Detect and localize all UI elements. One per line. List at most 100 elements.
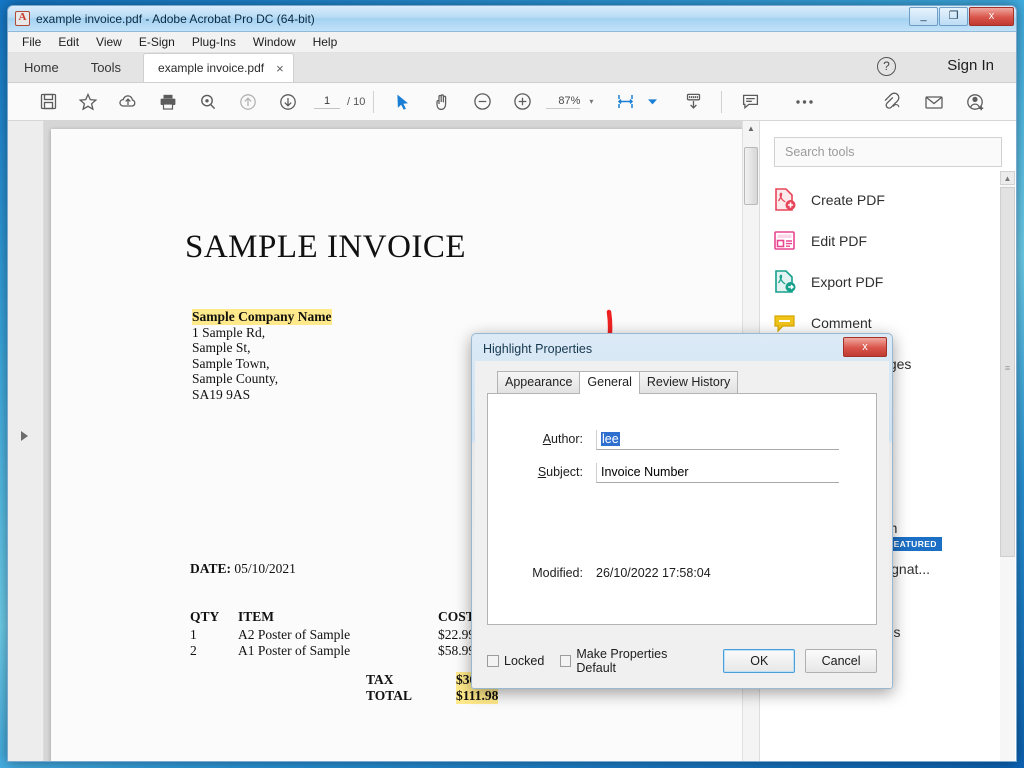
dialog-title: Highlight Properties bbox=[483, 342, 593, 356]
author-label: Author: bbox=[542, 432, 583, 446]
menu-e-sign[interactable]: E-Sign bbox=[139, 35, 175, 49]
address-line-1: 1 Sample Rd, bbox=[192, 324, 266, 340]
tab-appearance[interactable]: Appearance bbox=[497, 371, 581, 393]
row-cost: $22.99 bbox=[438, 627, 476, 642]
maximize-button[interactable]: ❐ bbox=[939, 7, 968, 26]
table-row: 2 A1 Poster of Sample $58.99 bbox=[190, 643, 475, 659]
table-header-row: QTY ITEM COST bbox=[190, 609, 475, 627]
panel-scroll-up-icon[interactable]: ▲ bbox=[1000, 171, 1015, 185]
header-qty: QTY bbox=[190, 609, 220, 624]
panel-scrollbar-thumb[interactable] bbox=[1000, 187, 1015, 557]
menu-window[interactable]: Window bbox=[253, 35, 296, 49]
page-navigation: 1 / 10 bbox=[314, 95, 365, 109]
zoom-in-icon[interactable] bbox=[502, 86, 542, 118]
fit-page-icon[interactable] bbox=[605, 86, 645, 118]
header-item: ITEM bbox=[238, 609, 275, 624]
tool-label: Create PDF bbox=[811, 191, 885, 208]
tool-label: Edit PDF bbox=[811, 232, 868, 249]
page-number-input[interactable]: 1 bbox=[314, 95, 340, 109]
tab-home[interactable]: Home bbox=[8, 54, 75, 82]
hand-tool-icon[interactable] bbox=[422, 86, 462, 118]
zoom-control[interactable]: 87% ▾ bbox=[546, 95, 593, 109]
checkbox-box bbox=[560, 655, 572, 667]
save-icon[interactable] bbox=[28, 86, 68, 118]
star-icon[interactable] bbox=[68, 86, 108, 118]
subject-field[interactable]: Invoice Number bbox=[596, 463, 839, 483]
create-pdf-icon bbox=[772, 187, 797, 212]
page-up-icon[interactable] bbox=[228, 86, 268, 118]
acrobat-window: example invoice.pdf - Adobe Acrobat Pro … bbox=[7, 5, 1017, 762]
row-item: A2 Poster of Sample bbox=[238, 627, 351, 642]
print-icon[interactable] bbox=[148, 86, 188, 118]
tab-document[interactable]: example invoice.pdf × bbox=[143, 53, 294, 82]
ok-button[interactable]: OK bbox=[723, 649, 796, 673]
total-amount-highlight: $111.98 bbox=[456, 688, 499, 704]
expand-panel-icon[interactable] bbox=[21, 431, 28, 441]
title-bar: example invoice.pdf - Adobe Acrobat Pro … bbox=[8, 6, 1016, 32]
window-controls: _ ❐ x bbox=[908, 7, 1014, 26]
close-icon[interactable]: × bbox=[276, 61, 284, 76]
tool-export-pdf[interactable]: Export PDF bbox=[760, 261, 1016, 302]
navigation-pane-rail[interactable] bbox=[8, 121, 44, 761]
pdf-file-icon bbox=[15, 11, 30, 26]
close-window-button[interactable]: x bbox=[969, 7, 1014, 26]
scroll-up-arrow-icon[interactable]: ▲ bbox=[743, 121, 759, 136]
header-cost: COST bbox=[438, 609, 475, 624]
page-down-icon[interactable] bbox=[268, 86, 308, 118]
tab-document-label: example invoice.pdf bbox=[158, 61, 265, 75]
menu-help[interactable]: Help bbox=[313, 35, 338, 49]
tool-label: Export PDF bbox=[811, 273, 884, 290]
modified-value: 26/10/2022 17:58:04 bbox=[596, 566, 711, 580]
zoom-search-icon[interactable] bbox=[188, 86, 228, 118]
fit-page-caret-icon[interactable] bbox=[645, 86, 659, 118]
tools-panel-scrollbar[interactable]: ▲ ▼ bbox=[1000, 171, 1015, 761]
tab-general[interactable]: General bbox=[579, 371, 640, 394]
row-cost: $58.99 bbox=[438, 642, 476, 658]
menu-bar: File Edit View E-Sign Plug-Ins Window He… bbox=[8, 32, 1016, 53]
toolbar-divider-2 bbox=[721, 90, 723, 113]
company-address-block: Sample Company Name 1 Sample Rd, Sample … bbox=[192, 309, 332, 403]
chevron-down-icon[interactable]: ▾ bbox=[589, 97, 593, 106]
menu-view[interactable]: View bbox=[96, 35, 122, 49]
comment-icon[interactable] bbox=[730, 86, 770, 118]
search-tools-input[interactable]: Search tools bbox=[774, 137, 1002, 167]
dialog-tabs: Appearance General Review History bbox=[497, 371, 877, 394]
menu-file[interactable]: File bbox=[22, 35, 41, 49]
date-value: 05/10/2021 bbox=[234, 561, 296, 576]
menu-plug-ins[interactable]: Plug-Ins bbox=[192, 35, 236, 49]
attach-link-icon[interactable] bbox=[871, 86, 911, 118]
tab-review-history[interactable]: Review History bbox=[638, 371, 739, 393]
edit-pdf-icon bbox=[772, 228, 797, 253]
dialog-footer: Locked Make Properties Default OK Cancel bbox=[487, 647, 877, 675]
share-person-icon[interactable] bbox=[956, 86, 996, 118]
more-options-icon[interactable] bbox=[784, 86, 824, 118]
zoom-level-value[interactable]: 87% bbox=[546, 95, 581, 109]
sign-in-button[interactable]: Sign In bbox=[947, 57, 994, 74]
tool-edit-pdf[interactable]: Edit PDF bbox=[760, 220, 1016, 261]
cancel-button[interactable]: Cancel bbox=[805, 649, 877, 673]
help-icon[interactable]: ? bbox=[877, 57, 896, 76]
dialog-title-bar: Highlight Properties x bbox=[475, 337, 889, 361]
select-cursor-icon[interactable] bbox=[382, 86, 422, 118]
tab-tools[interactable]: Tools bbox=[75, 54, 137, 82]
author-field[interactable]: lee bbox=[596, 430, 839, 450]
minimize-button[interactable]: _ bbox=[909, 7, 938, 26]
tool-create-pdf[interactable]: Create PDF bbox=[760, 179, 1016, 220]
scroll-down-page-icon[interactable] bbox=[673, 86, 713, 118]
menu-edit[interactable]: Edit bbox=[58, 35, 79, 49]
dialog-tab-panel: Author: lee Subject: Invoice Number Modi… bbox=[487, 393, 877, 625]
dialog-close-button[interactable]: x bbox=[843, 337, 887, 357]
modified-row: Modified: 26/10/2022 17:58:04 bbox=[513, 566, 711, 580]
tool-label: Comment bbox=[811, 314, 872, 331]
main-toolbar: 1 / 10 87% ▾ bbox=[8, 83, 1016, 121]
export-pdf-icon bbox=[772, 269, 797, 294]
scrollbar-thumb[interactable] bbox=[744, 147, 758, 205]
locked-checkbox[interactable]: Locked bbox=[487, 654, 544, 668]
zoom-out-icon[interactable] bbox=[462, 86, 502, 118]
page-total-label: / 10 bbox=[347, 95, 366, 108]
upload-cloud-icon[interactable] bbox=[108, 86, 148, 118]
make-properties-default-checkbox[interactable]: Make Properties Default bbox=[560, 647, 697, 675]
total-label: TOTAL bbox=[366, 688, 413, 703]
address-line-4: Sample County, bbox=[192, 371, 279, 387]
email-icon[interactable] bbox=[914, 86, 954, 118]
